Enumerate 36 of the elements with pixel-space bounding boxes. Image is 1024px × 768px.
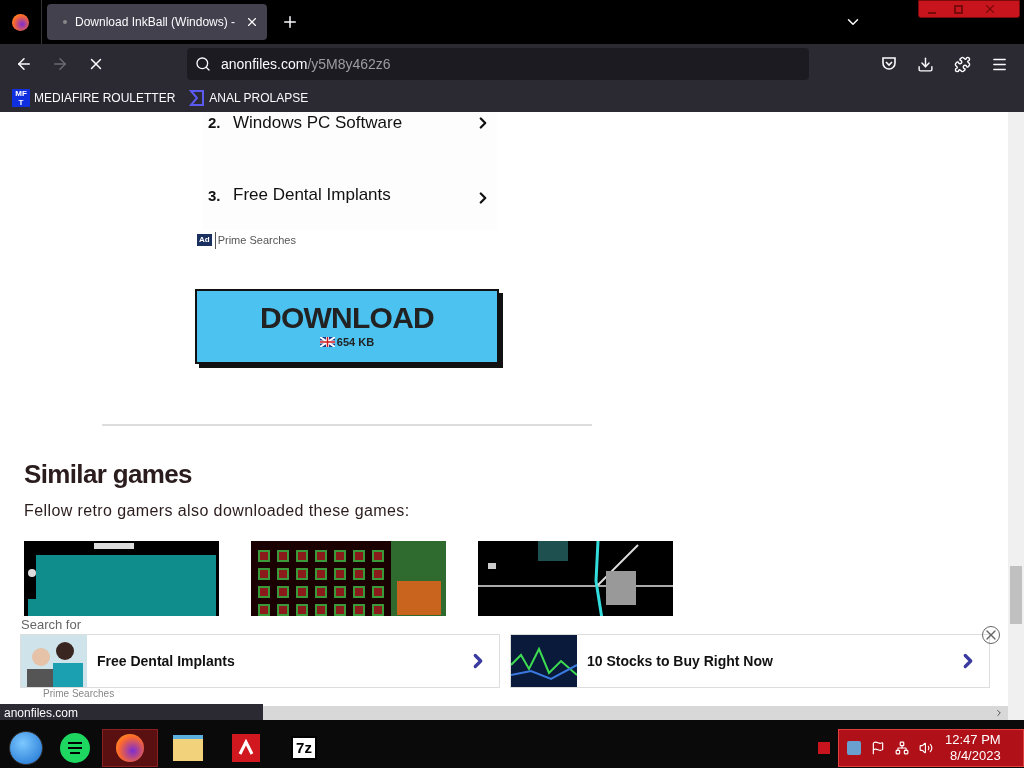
ad-item[interactable]: Free Dental Implants — [20, 634, 500, 688]
status-url: anonfiles.com — [0, 704, 263, 720]
ad-footer: Prime Searches — [43, 688, 1008, 700]
volume-icon[interactable] — [919, 741, 933, 755]
ad-caption: Search for — [21, 616, 82, 634]
url-text: anonfiles.com/y5M8y462z6 — [221, 54, 391, 74]
forward-icon[interactable] — [51, 55, 69, 73]
scroll-right-icon[interactable] — [994, 708, 1004, 718]
close-icon[interactable] — [245, 15, 259, 29]
flag-icon[interactable] — [871, 741, 885, 755]
flag-icon — [319, 337, 335, 347]
clock-date: 8/4/2023 — [950, 748, 1001, 764]
download-icon[interactable] — [917, 55, 934, 73]
bookmark-item[interactable]: ANAL PROLAPSE — [189, 89, 309, 107]
ad-badge: Ad — [197, 234, 212, 247]
sigma-icon — [189, 90, 206, 106]
ad-item[interactable]: 10 Stocks to Buy Right Now — [510, 634, 990, 688]
search-link[interactable]: 2. Windows PC Software — [203, 112, 497, 134]
search-link[interactable]: 3. Free Dental Implants — [203, 134, 497, 208]
search-icon — [195, 56, 211, 72]
address-field[interactable]: anonfiles.com/y5M8y462z6 — [187, 48, 809, 80]
ad-source: Prime Searches — [214, 232, 296, 249]
clock-time: 12:47 PM — [945, 732, 1001, 748]
bookmark-favicon: MF T — [12, 89, 30, 107]
pocket-icon[interactable] — [881, 56, 897, 72]
extensions-icon[interactable] — [954, 55, 971, 73]
section-subtitle: Fellow retro gamers also downloaded these games: — [24, 500, 411, 521]
section-heading: Similar games — [24, 457, 193, 491]
back-icon[interactable] — [15, 55, 33, 73]
archive-app-button[interactable]: 7z — [276, 729, 332, 767]
browser-app-icon[interactable] — [102, 729, 158, 767]
tab-title: Download InkBall (Windows) - — [75, 14, 237, 31]
network-icon[interactable] — [895, 741, 909, 755]
browser-logo-icon — [12, 13, 29, 31]
new-tab-icon[interactable] — [281, 13, 299, 31]
browser-tab[interactable]: Download InkBall (Windows) - — [47, 4, 267, 40]
